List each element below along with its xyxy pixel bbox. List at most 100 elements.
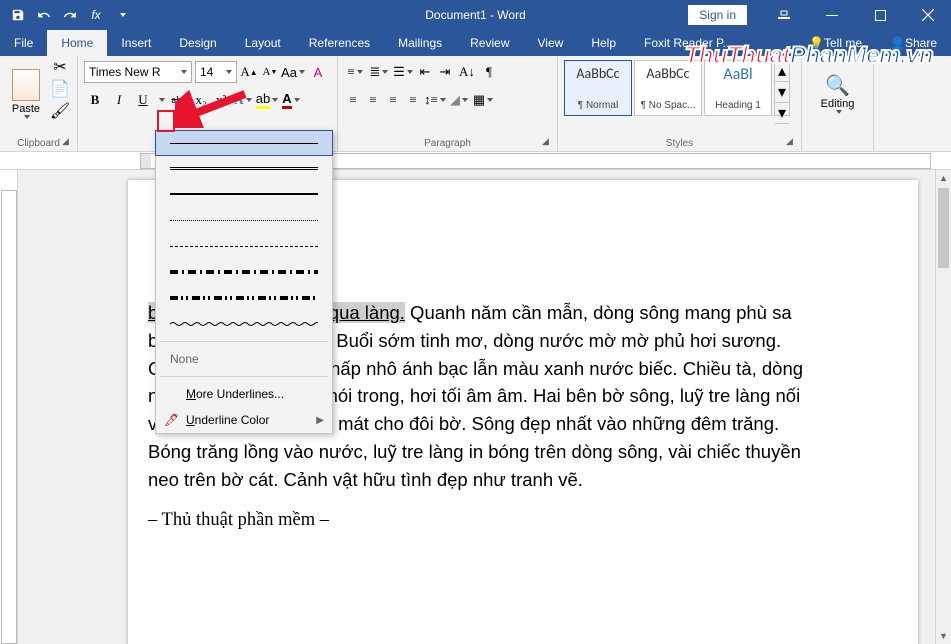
submenu-arrow-icon: ▶	[316, 415, 324, 426]
ruler-vertical[interactable]	[0, 170, 18, 644]
numbering-button[interactable]: ≣	[368, 61, 390, 83]
ribbon: Paste ✂ 📄 🖌 Clipboard ◢ Times New R 14 A…	[0, 56, 951, 152]
styles-launcher-icon[interactable]: ◢	[786, 136, 798, 148]
subscript-button[interactable]: x₂	[192, 89, 210, 111]
borders-button[interactable]: ▦	[472, 89, 494, 111]
underline-style-dot-dot-dash[interactable]	[156, 285, 332, 311]
highlight-color-button[interactable]: ab	[256, 89, 278, 111]
underline-style-double[interactable]	[156, 155, 332, 181]
vertical-scrollbar[interactable]: ▲ ▼	[935, 170, 951, 644]
tab-view[interactable]: View	[524, 30, 578, 56]
paragraph-launcher-icon[interactable]: ◢	[542, 136, 554, 148]
group-editing: 🔍 Editing	[802, 56, 874, 151]
underline-style-dashed[interactable]	[156, 233, 332, 259]
styles-expand-icon[interactable]: ▾	[775, 103, 789, 124]
justify-icon[interactable]: ≡	[404, 89, 422, 111]
undo-icon[interactable]	[32, 3, 56, 27]
copy-icon[interactable]: 📄	[50, 80, 70, 98]
qat-customize-icon[interactable]	[110, 3, 134, 27]
bullets-button[interactable]: ≡	[344, 61, 366, 83]
underline-style-single[interactable]	[155, 130, 333, 156]
tab-home[interactable]: Home	[47, 30, 107, 56]
line-spacing-button[interactable]: ↕≡	[424, 89, 446, 111]
tell-me-label: Tell me	[824, 36, 862, 50]
multilevel-button[interactable]: ☰	[392, 61, 414, 83]
cut-icon[interactable]: ✂	[50, 58, 70, 76]
save-icon[interactable]	[6, 3, 30, 27]
editing-label: Editing	[821, 98, 855, 110]
fx-icon[interactable]: fx	[84, 3, 108, 27]
tab-review[interactable]: Review	[456, 30, 523, 56]
format-painter-icon[interactable]: 🖌	[50, 102, 70, 120]
font-name-value: Times New R	[89, 65, 161, 79]
share-button[interactable]: 👤 Share	[876, 30, 951, 56]
underline-style-thick[interactable]	[156, 181, 332, 207]
superscript-button[interactable]: x²	[212, 89, 230, 111]
underline-style-dot-dash[interactable]	[156, 259, 332, 285]
underline-style-dotted[interactable]	[156, 207, 332, 233]
clipboard-launcher-icon[interactable]: ◢	[62, 136, 74, 148]
scroll-up-icon[interactable]: ▲	[936, 170, 951, 186]
styles-group-label: Styles	[558, 138, 801, 149]
tab-design[interactable]: Design	[165, 30, 230, 56]
font-color-button[interactable]: A	[280, 89, 302, 111]
underline-button[interactable]: U	[132, 89, 154, 111]
font-name-combo[interactable]: Times New R	[84, 61, 192, 83]
tab-help[interactable]: Help	[577, 30, 630, 56]
align-left-icon[interactable]: ≡	[344, 89, 362, 111]
sort-icon[interactable]: A↓	[456, 61, 478, 83]
paste-button[interactable]: Paste	[6, 58, 46, 130]
decrease-indent-icon[interactable]: ⇤	[416, 61, 434, 83]
grow-font-icon[interactable]: A▲	[240, 61, 258, 83]
ruler-horizontal[interactable]	[0, 152, 951, 170]
underline-style-menu: None More Underlines... 🖊 Underline Colo…	[155, 130, 333, 434]
scroll-thumb[interactable]	[938, 188, 949, 268]
redo-icon[interactable]	[58, 3, 82, 27]
text-effects-button[interactable]: A	[232, 89, 254, 111]
style-normal[interactable]: AaBbCc ¶ Normal	[564, 60, 632, 116]
shrink-font-icon[interactable]: A▼	[261, 61, 279, 83]
italic-button[interactable]: I	[108, 89, 130, 111]
sign-in-button[interactable]: Sign in	[688, 5, 747, 25]
style-heading-1[interactable]: AaBl Heading 1	[704, 60, 772, 116]
shading-button[interactable]: ◢	[448, 89, 470, 111]
clear-format-icon[interactable]: A	[307, 61, 329, 83]
scroll-down-icon[interactable]: ▼	[936, 628, 951, 644]
font-size-combo[interactable]: 14	[195, 61, 237, 83]
ribbon-display-icon[interactable]	[761, 0, 807, 30]
align-right-icon[interactable]: ≡	[384, 89, 402, 111]
underline-dropdown-button[interactable]	[156, 89, 166, 111]
quick-access-toolbar: fx	[0, 3, 140, 27]
editing-button[interactable]: 🔍 Editing	[808, 58, 867, 128]
signature-line[interactable]: – Thủ thuật phần mềm –	[148, 507, 818, 534]
title-bar: fx Document1 - Word Sign in	[0, 0, 951, 30]
group-clipboard: Paste ✂ 📄 🖌 Clipboard ◢	[0, 56, 78, 151]
font-size-value: 14	[200, 65, 213, 79]
styles-scroll-up-icon[interactable]: ▴	[775, 61, 789, 82]
styles-gallery-scroll[interactable]: ▴ ▾ ▾	[774, 60, 790, 116]
strikethrough-button[interactable]: abc	[168, 89, 190, 111]
underline-style-wave[interactable]	[156, 311, 332, 337]
tab-layout[interactable]: Layout	[231, 30, 295, 56]
bold-button[interactable]: B	[84, 89, 106, 111]
tell-me[interactable]: 💡 Tell me	[795, 30, 876, 56]
tab-insert[interactable]: Insert	[107, 30, 165, 56]
maximize-icon[interactable]	[857, 0, 903, 30]
tab-foxit[interactable]: Foxit Reader P...	[630, 30, 747, 56]
tab-mailings[interactable]: Mailings	[384, 30, 456, 56]
tab-file[interactable]: File	[0, 30, 47, 56]
increase-indent-icon[interactable]: ⇥	[436, 61, 454, 83]
minimize-icon[interactable]	[809, 0, 855, 30]
change-case-button[interactable]: Aa	[282, 61, 304, 83]
style-no-spacing[interactable]: AaBbCc ¶ No Spac...	[634, 60, 702, 116]
show-marks-icon[interactable]: ¶	[480, 61, 498, 83]
underline-none[interactable]: None	[156, 346, 332, 372]
styles-scroll-down-icon[interactable]: ▾	[775, 82, 789, 103]
share-label: Share	[905, 36, 937, 50]
group-styles: AaBbCc ¶ Normal AaBbCc ¶ No Spac... AaBl…	[558, 56, 802, 151]
align-center-icon[interactable]: ≡	[364, 89, 382, 111]
underline-more[interactable]: More Underlines...	[156, 381, 332, 407]
close-icon[interactable]	[905, 0, 951, 30]
tab-references[interactable]: References	[295, 30, 384, 56]
underline-color[interactable]: 🖊 Underline Color ▶	[156, 407, 332, 433]
